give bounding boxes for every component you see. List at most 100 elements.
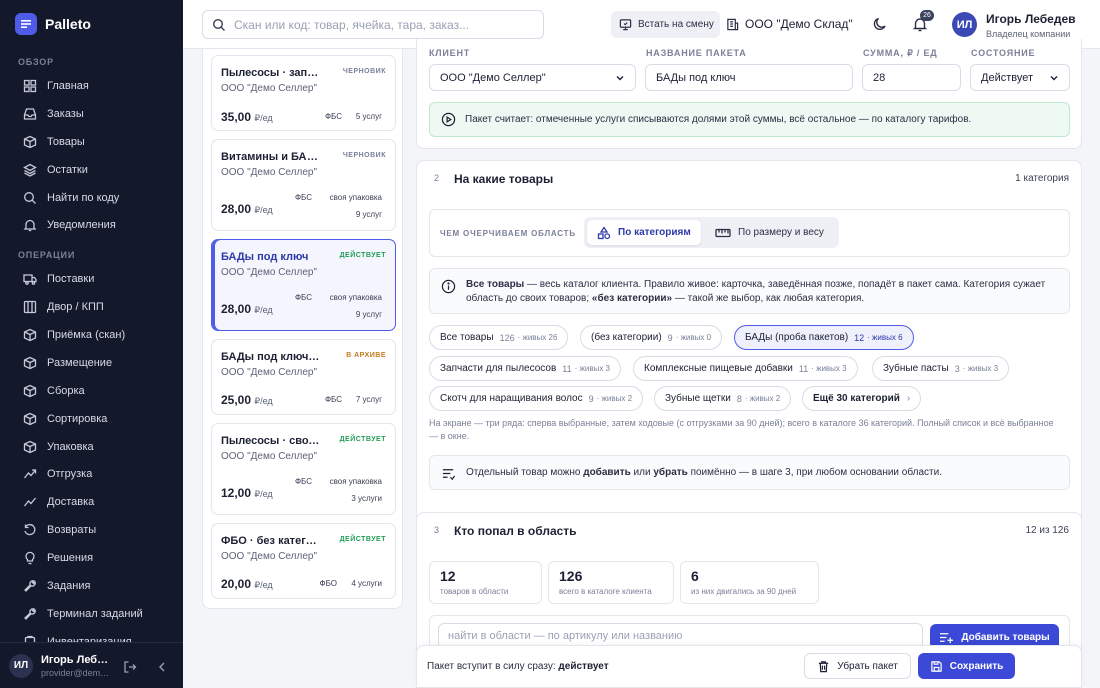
user-menu[interactable]: Игорь Лебедев Владелец компании <box>986 12 1076 39</box>
scope-segmented-control: По категориям По размеру и весу <box>584 217 839 248</box>
nav-item-task-terminal[interactable]: Терминал заданий <box>15 602 175 626</box>
nav-item-home[interactable]: Главная <box>15 74 175 98</box>
chip-count: 9 <box>667 332 673 343</box>
state-select[interactable]: Действует <box>970 64 1070 91</box>
sum-input[interactable]: 28 <box>862 64 961 91</box>
category-chip[interactable]: Скотч для наращивания волос 9 · живых 2 <box>429 386 644 411</box>
chip-count: 8 <box>736 393 742 404</box>
category-chip[interactable]: Зубные пасты 3 · живых 3 <box>872 356 1010 381</box>
category-chip-all[interactable]: Все товары 126 · живых 26 <box>429 325 569 350</box>
client-select[interactable]: ООО "Демо Селлер" <box>429 64 636 91</box>
bell-icon <box>23 218 37 232</box>
save-icon <box>930 660 943 673</box>
scope-option-label: По размеру и весу <box>738 227 824 238</box>
chevron-down-icon <box>615 73 625 83</box>
package-tag: ФБО <box>319 579 337 588</box>
category-chip[interactable]: (без категории) 9 · живых 0 <box>580 325 723 350</box>
package-price: 28,00 ₽/ед <box>221 202 273 216</box>
nav-item-label: Терминал заданий <box>47 608 143 620</box>
logout-icon[interactable] <box>123 660 137 674</box>
save-button[interactable]: Сохранить <box>918 653 1015 679</box>
chip-live: · живых 2 <box>744 394 781 403</box>
scope-search-input[interactable] <box>448 630 908 642</box>
package-tag: 4 услуги <box>351 579 382 588</box>
org-switcher[interactable]: ООО "Демо Склад" <box>726 17 853 31</box>
collapse-sidebar-icon[interactable] <box>155 660 169 674</box>
nav-item-stock[interactable]: Остатки <box>15 158 175 182</box>
scope-option-size-weight[interactable]: По размеру и весу <box>705 220 834 245</box>
nav-item-tasks[interactable]: Задания <box>15 574 175 598</box>
global-search-input[interactable] <box>234 17 524 32</box>
package-price: 20,00 ₽/ед <box>221 577 273 591</box>
step-meta: 12 из 126 <box>1025 525 1069 536</box>
package-card[interactable]: Пылесосы · своя упаковка ДЕЙСТВУЕТ ООО "… <box>211 423 396 515</box>
scope-option-label: По категориям <box>618 227 691 238</box>
tip-mid: или <box>630 467 654 478</box>
nav-item-delivery[interactable]: Доставка <box>15 490 175 514</box>
tip-box: Отдельный товар можно добавить или убрат… <box>429 455 1070 490</box>
user-avatar[interactable]: ИЛ <box>952 12 977 37</box>
pricing-info-text: Пакет считает: отмеченные услуги списыва… <box>465 114 972 125</box>
remove-package-button[interactable]: Убрать пакет <box>804 653 911 679</box>
package-list: Пылесосы · запчасти ЧЕРНОВИК ООО "Демо С… <box>202 49 403 609</box>
footer-text: Пакет вступит в силу сразу: <box>427 661 556 672</box>
stat-catalog-total: 126 всего в каталоге клиента <box>548 561 674 604</box>
package-tag: ФБС <box>294 193 312 202</box>
theme-toggle-icon[interactable] <box>872 16 888 32</box>
package-tag: 9 услуг <box>355 310 382 319</box>
nav-item-supplies[interactable]: Поставки <box>15 267 175 291</box>
nav-item-orders[interactable]: Заказы <box>15 102 175 126</box>
trend-icon <box>23 495 37 509</box>
category-chip[interactable]: Запчасти для пылесосов 11 · живых 3 <box>429 356 621 381</box>
nav-item-notifications[interactable]: Уведомления <box>15 213 175 237</box>
package-editor: КЛИЕНТ ООО "Демо Селлер" НАЗВАНИЕ ПАКЕТА… <box>416 39 1082 688</box>
nav-item-find-by-code[interactable]: Найти по коду <box>15 186 175 210</box>
nav-item-returns[interactable]: Возвраты <box>15 518 175 542</box>
avatar: ИЛ <box>9 653 33 678</box>
package-title: Витамины и БАДы <box>221 151 321 163</box>
package-name-input[interactable]: БАДы под ключ <box>645 64 853 91</box>
package-title: Пылесосы · запчасти <box>221 67 321 79</box>
global-search[interactable] <box>202 10 544 39</box>
logo-icon <box>15 13 37 35</box>
package-card[interactable]: ФБО · без категорий ДЕЙСТВУЕТ ООО "Демо … <box>211 523 396 599</box>
chip-label: Все товары <box>440 332 494 343</box>
category-chip-selected[interactable]: БАДы (проба пакетов) 12 · живых 6 <box>734 325 914 350</box>
status-badge: ДЕЙСТВУЕТ <box>339 536 386 543</box>
step-number: 2 <box>434 173 440 183</box>
nav-item-picking[interactable]: Сборка <box>15 379 175 403</box>
brand[interactable]: Palleto <box>15 13 91 35</box>
nav-item-label: Отгрузка <box>47 468 93 480</box>
package-price-value: 20,00 <box>221 577 252 591</box>
nav-item-packing[interactable]: Упаковка <box>15 435 175 459</box>
nav-item-products[interactable]: Товары <box>15 130 175 154</box>
package-card[interactable]: БАДы под ключ · старый В АРХИВЕ ООО "Дем… <box>211 339 396 415</box>
chip-count: 11 <box>798 363 809 374</box>
package-card-selected[interactable]: БАДы под ключ ДЕЙСТВУЕТ ООО "Демо Селлер… <box>211 239 396 331</box>
nav-item-yard[interactable]: Двор / КПП <box>15 295 175 319</box>
nav-item-decisions[interactable]: Решения <box>15 546 175 570</box>
category-chip[interactable]: Комплексные пищевые добавки 11 · живых 3 <box>633 356 858 381</box>
start-shift-button[interactable]: Встать на смену <box>611 11 720 38</box>
pricing-info-banner: Пакет считает: отмеченные услуги списыва… <box>429 102 1070 137</box>
nav-item-placement[interactable]: Размещение <box>15 351 175 375</box>
nav-item-label: Размещение <box>47 357 113 369</box>
package-card[interactable]: Пылесосы · запчасти ЧЕРНОВИК ООО "Демо С… <box>211 55 396 131</box>
package-card[interactable]: Витамины и БАДы ЧЕРНОВИК ООО "Демо Селле… <box>211 139 396 231</box>
nav-item-shipment[interactable]: Отгрузка <box>15 462 175 486</box>
more-categories-chip[interactable]: Ещё 30 категорий › <box>802 386 922 411</box>
status-badge: ЧЕРНОВИК <box>342 68 386 75</box>
sidebar-user[interactable]: ИЛ Игорь Лебедев provider@demo.palleto <box>0 642 183 688</box>
chevron-down-icon <box>1049 73 1059 83</box>
nav-item-receiving[interactable]: Приёмка (скан) <box>15 323 175 347</box>
category-chip[interactable]: Зубные щетки 8 · живых 2 <box>654 386 792 411</box>
package-price-value: 28,00 <box>221 202 252 216</box>
nav-item-label: Возвраты <box>47 524 97 536</box>
play-circle-icon <box>441 112 456 127</box>
nav-item-sorting[interactable]: Сортировка <box>15 407 175 431</box>
arrow-out-icon <box>23 467 37 481</box>
box-icon <box>23 135 37 149</box>
chip-label: Зубные щетки <box>665 393 731 404</box>
tip-text: Отдельный товар можно добавить или убрат… <box>466 467 942 478</box>
scope-option-categories[interactable]: По категориям <box>587 220 701 245</box>
